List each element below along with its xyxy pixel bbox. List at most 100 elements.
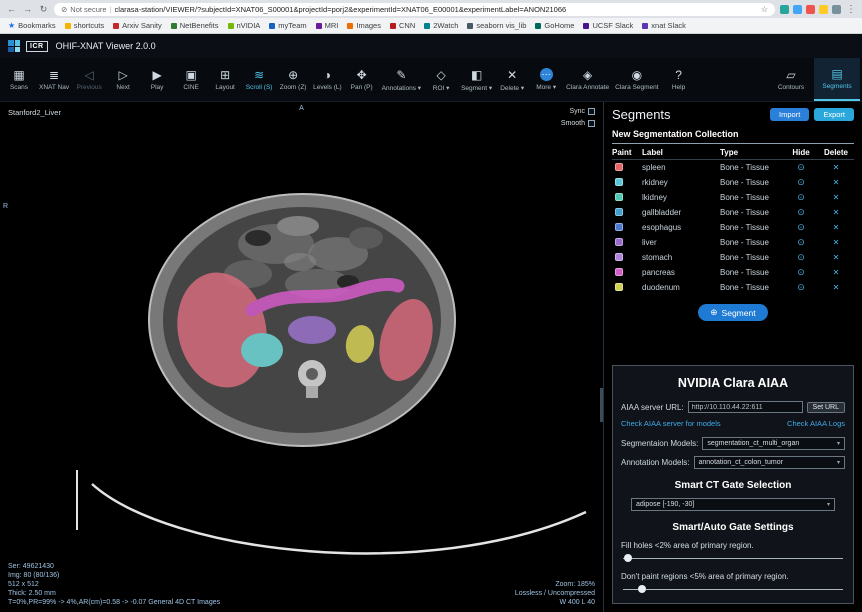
- next-button[interactable]: ▷ Next: [106, 58, 140, 101]
- paint-swatch[interactable]: [615, 223, 623, 231]
- delete-segment-icon[interactable]: ✕: [833, 238, 840, 247]
- sync-checkbox[interactable]: [588, 108, 595, 115]
- fill-holes-slider[interactable]: [623, 553, 843, 564]
- delete-segment-icon[interactable]: ✕: [833, 268, 840, 277]
- delete-segment-icon[interactable]: ✕: [833, 163, 840, 172]
- more-button[interactable]: ⋯ More ▾: [529, 58, 563, 101]
- delete-segment-icon[interactable]: ✕: [833, 283, 840, 292]
- bookmark-item[interactable]: NetBenefits: [171, 21, 219, 30]
- delete-segment-icon[interactable]: ✕: [833, 223, 840, 232]
- check-logs-link[interactable]: Check AIAA Logs: [787, 419, 845, 428]
- segment-row[interactable]: gallbladder Bone - Tissue ⊙ ✕: [612, 205, 854, 220]
- paint-swatch[interactable]: [615, 178, 623, 186]
- bookmark-item[interactable]: UCSF Slack: [583, 21, 633, 30]
- bookmark-item[interactable]: CNN: [390, 21, 415, 30]
- forward-icon[interactable]: →: [22, 4, 33, 14]
- roi-button[interactable]: ◇ ROI ▾: [424, 58, 458, 101]
- slider-thumb[interactable]: [638, 585, 646, 593]
- layout-button[interactable]: ⊞ Layout: [208, 58, 242, 101]
- segment-row[interactable]: rkidney Bone - Tissue ⊙ ✕: [612, 175, 854, 190]
- delete-segment-icon[interactable]: ✕: [833, 208, 840, 217]
- dont-paint-slider[interactable]: [623, 584, 843, 595]
- import-button[interactable]: Import: [770, 108, 809, 121]
- paint-swatch[interactable]: [615, 268, 623, 276]
- url-bar[interactable]: ⊘ Not secure | clarasa-station/VIEWER/?s…: [54, 3, 775, 16]
- bookmark-item[interactable]: Images: [347, 21, 381, 30]
- segment-row[interactable]: stomach Bone - Tissue ⊙ ✕: [612, 250, 854, 265]
- slice-scrollbar[interactable]: [599, 102, 603, 612]
- browser-menu-icon[interactable]: ⋮: [846, 4, 856, 15]
- slice-scrollbar-thumb[interactable]: [600, 388, 603, 422]
- ct-viewport[interactable]: Stanford2_Liver A R Sync Smooth Ser: 496…: [0, 102, 604, 612]
- segment-row[interactable]: liver Bone - Tissue ⊙ ✕: [612, 235, 854, 250]
- contours-panel-button[interactable]: ▱ Contours: [768, 58, 814, 101]
- delete-segment-icon[interactable]: ✕: [833, 253, 840, 262]
- extension-icon-3[interactable]: [806, 5, 815, 14]
- delete-segment-icon[interactable]: ✕: [833, 178, 840, 187]
- cine-button[interactable]: ▣ CINE: [174, 58, 208, 101]
- reload-icon[interactable]: ↻: [38, 4, 49, 15]
- levels-button[interactable]: ◑ Levels (L): [310, 58, 345, 101]
- visibility-eye-icon[interactable]: ⊙: [797, 177, 805, 187]
- bookmarks-root[interactable]: ★ Bookmarks: [8, 21, 56, 30]
- delete-segment-icon[interactable]: ✕: [833, 193, 840, 202]
- clara-segment-button[interactable]: ◉ Clara Segment: [612, 58, 661, 101]
- aiaa-server-url-input[interactable]: [688, 401, 803, 413]
- back-icon[interactable]: ←: [6, 4, 17, 14]
- visibility-eye-icon[interactable]: ⊙: [797, 207, 805, 217]
- paint-swatch[interactable]: [615, 163, 623, 171]
- bookmark-item[interactable]: nVIDIA: [228, 21, 261, 30]
- bookmark-star-icon[interactable]: ☆: [761, 5, 768, 14]
- visibility-eye-icon[interactable]: ⊙: [797, 162, 805, 172]
- xnat-nav-button[interactable]: ≣ XNAT Nav: [36, 58, 72, 101]
- segmentation-model-select[interactable]: segmentation_ct_multi_organ ▾: [702, 437, 845, 450]
- pan-button[interactable]: ✥ Pan (P): [345, 58, 379, 101]
- bookmark-item[interactable]: myTeam: [269, 21, 306, 30]
- play-button[interactable]: ▶ Play: [140, 58, 174, 101]
- extension-icon-5[interactable]: [832, 5, 841, 14]
- paint-swatch[interactable]: [615, 193, 623, 201]
- gate-select[interactable]: adipose [-190, -30] ▾: [631, 498, 835, 511]
- visibility-eye-icon[interactable]: ⊙: [797, 237, 805, 247]
- bookmark-item[interactable]: GoHome: [535, 21, 574, 30]
- extension-icon-4[interactable]: [819, 5, 828, 14]
- segment-button[interactable]: ⊕ Segment: [698, 304, 767, 321]
- segment-row[interactable]: pancreas Bone - Tissue ⊙ ✕: [612, 265, 854, 280]
- segment-row[interactable]: lkidney Bone - Tissue ⊙ ✕: [612, 190, 854, 205]
- scans-button[interactable]: ▦ Scans: [2, 58, 36, 101]
- bookmark-item[interactable]: xnat Slack: [642, 21, 686, 30]
- zoom-button[interactable]: ⊕ Zoom (Z): [276, 58, 310, 101]
- paint-swatch[interactable]: [615, 208, 623, 216]
- paint-swatch[interactable]: [615, 238, 623, 246]
- check-models-link[interactable]: Check AIAA server for models: [621, 419, 721, 428]
- annotations-button[interactable]: ✎ Annotations ▾: [379, 58, 424, 101]
- bookmark-item[interactable]: MRI: [316, 21, 339, 30]
- bookmark-item[interactable]: Arxiv Sanity: [113, 21, 162, 30]
- bookmark-item[interactable]: seaborn vis_lib: [467, 21, 526, 30]
- segment-row[interactable]: spleen Bone - Tissue ⊙ ✕: [612, 160, 854, 175]
- extension-icon-2[interactable]: [793, 5, 802, 14]
- visibility-eye-icon[interactable]: ⊙: [797, 252, 805, 262]
- help-button[interactable]: ? Help: [662, 58, 696, 101]
- segment-row[interactable]: esophagus Bone - Tissue ⊙ ✕: [612, 220, 854, 235]
- visibility-eye-icon[interactable]: ⊙: [797, 222, 805, 232]
- segment-tool-button[interactable]: ◧ Segment ▾: [458, 58, 495, 101]
- visibility-eye-icon[interactable]: ⊙: [797, 282, 805, 292]
- slider-thumb[interactable]: [624, 554, 632, 562]
- extension-icon-1[interactable]: [780, 5, 789, 14]
- paint-swatch[interactable]: [615, 283, 623, 291]
- clara-annotate-button[interactable]: ◈ Clara Annotate: [563, 58, 612, 101]
- visibility-eye-icon[interactable]: ⊙: [797, 192, 805, 202]
- paint-swatch[interactable]: [615, 253, 623, 261]
- set-url-button[interactable]: Set URL: [807, 402, 845, 413]
- delete-button[interactable]: ✕ Delete ▾: [495, 58, 529, 101]
- export-button[interactable]: Export: [814, 108, 854, 121]
- scroll-button[interactable]: ≋ Scroll (S): [242, 58, 276, 101]
- annotation-model-select[interactable]: annotation_ct_colon_tumor ▾: [694, 456, 846, 469]
- bookmark-item[interactable]: 2Watch: [424, 21, 458, 30]
- smooth-checkbox[interactable]: [588, 120, 595, 127]
- segment-row[interactable]: duodenum Bone - Tissue ⊙ ✕: [612, 280, 854, 295]
- bookmark-item[interactable]: shortcuts: [65, 21, 104, 30]
- segments-panel-button[interactable]: ▤ Segments: [814, 58, 860, 101]
- previous-button[interactable]: ◁ Previous: [72, 58, 106, 101]
